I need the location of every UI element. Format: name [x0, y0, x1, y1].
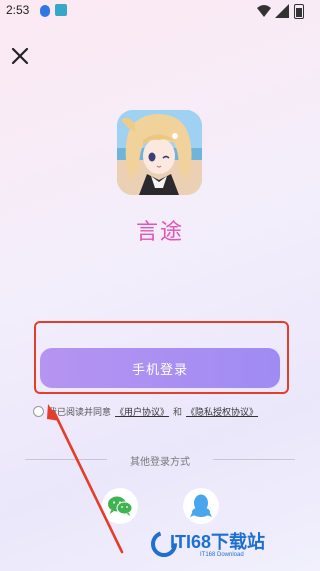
wechat-icon [108, 496, 133, 516]
agreement-checkbox[interactable] [33, 405, 44, 417]
wechat-login-button[interactable] [102, 488, 138, 524]
privacy-agreement-link[interactable]: 《隐私授权协议》 [186, 405, 258, 418]
other-login-divider: 其他登录方式 [0, 452, 320, 468]
app-notification-icon [55, 4, 67, 16]
status-icons [256, 3, 312, 19]
watermark-title: ITI68下载站 [170, 532, 266, 552]
app-icon [117, 110, 202, 195]
agreement-prefix: 我已阅读并同意 [48, 407, 112, 418]
agreement-row: 我已阅读并同意 《用户协议》 和 《隐私授权协议》 [33, 404, 303, 418]
other-login-label: 其他登录方式 [130, 457, 190, 468]
status-bar: 2:53 [0, 0, 320, 22]
annotation-arrow [47, 404, 124, 554]
watermark-subtitle: IT168 Download [200, 552, 244, 558]
status-time: 2:53 [6, 3, 30, 17]
qq-login-button[interactable] [183, 488, 219, 524]
watermark-logo: ITI68下载站 IT168 Download [150, 520, 320, 571]
notification-dot-icon [40, 5, 50, 17]
close-icon [11, 47, 29, 65]
user-agreement-link[interactable]: 《用户协议》 [115, 405, 169, 418]
wifi-icon [257, 5, 271, 17]
qq-icon [190, 494, 212, 517]
anime-girl-avatar [117, 110, 202, 195]
divider-line-right [213, 459, 295, 460]
signal-icon [275, 4, 289, 18]
battery-icon [294, 4, 304, 19]
close-button[interactable] [8, 44, 32, 68]
phone-login-button[interactable]: 手机登录 [40, 348, 280, 388]
agreement-and: 和 [173, 407, 183, 418]
app-name: 言途 [135, 220, 184, 245]
